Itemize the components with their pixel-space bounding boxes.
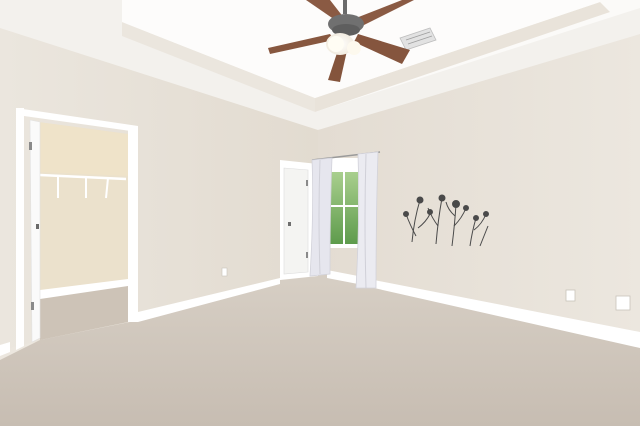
outlet-icon	[565, 289, 576, 302]
closet-door-frame-left	[16, 108, 24, 350]
outlet-icon	[615, 295, 631, 311]
curtain-right	[355, 151, 379, 289]
fan-light-bulb-right	[347, 41, 361, 55]
room-scene	[0, 0, 640, 426]
hallway-door	[283, 167, 309, 275]
hallway-door-hinge	[306, 180, 308, 186]
door-hinge-top	[29, 142, 32, 150]
hallway-door-knob	[288, 222, 291, 226]
walk-in-closet	[16, 108, 138, 350]
outlet-icon	[221, 267, 228, 277]
curtain-left	[309, 157, 333, 277]
hallway-door-hinge-2	[306, 252, 308, 258]
fan-light-bulb-left	[328, 36, 344, 52]
door-hinge-bottom	[31, 302, 34, 310]
door-latch	[36, 224, 39, 229]
closet-door-frame-right	[128, 128, 138, 322]
bedroom-photo	[0, 0, 640, 426]
fan-downrod	[343, 0, 347, 14]
